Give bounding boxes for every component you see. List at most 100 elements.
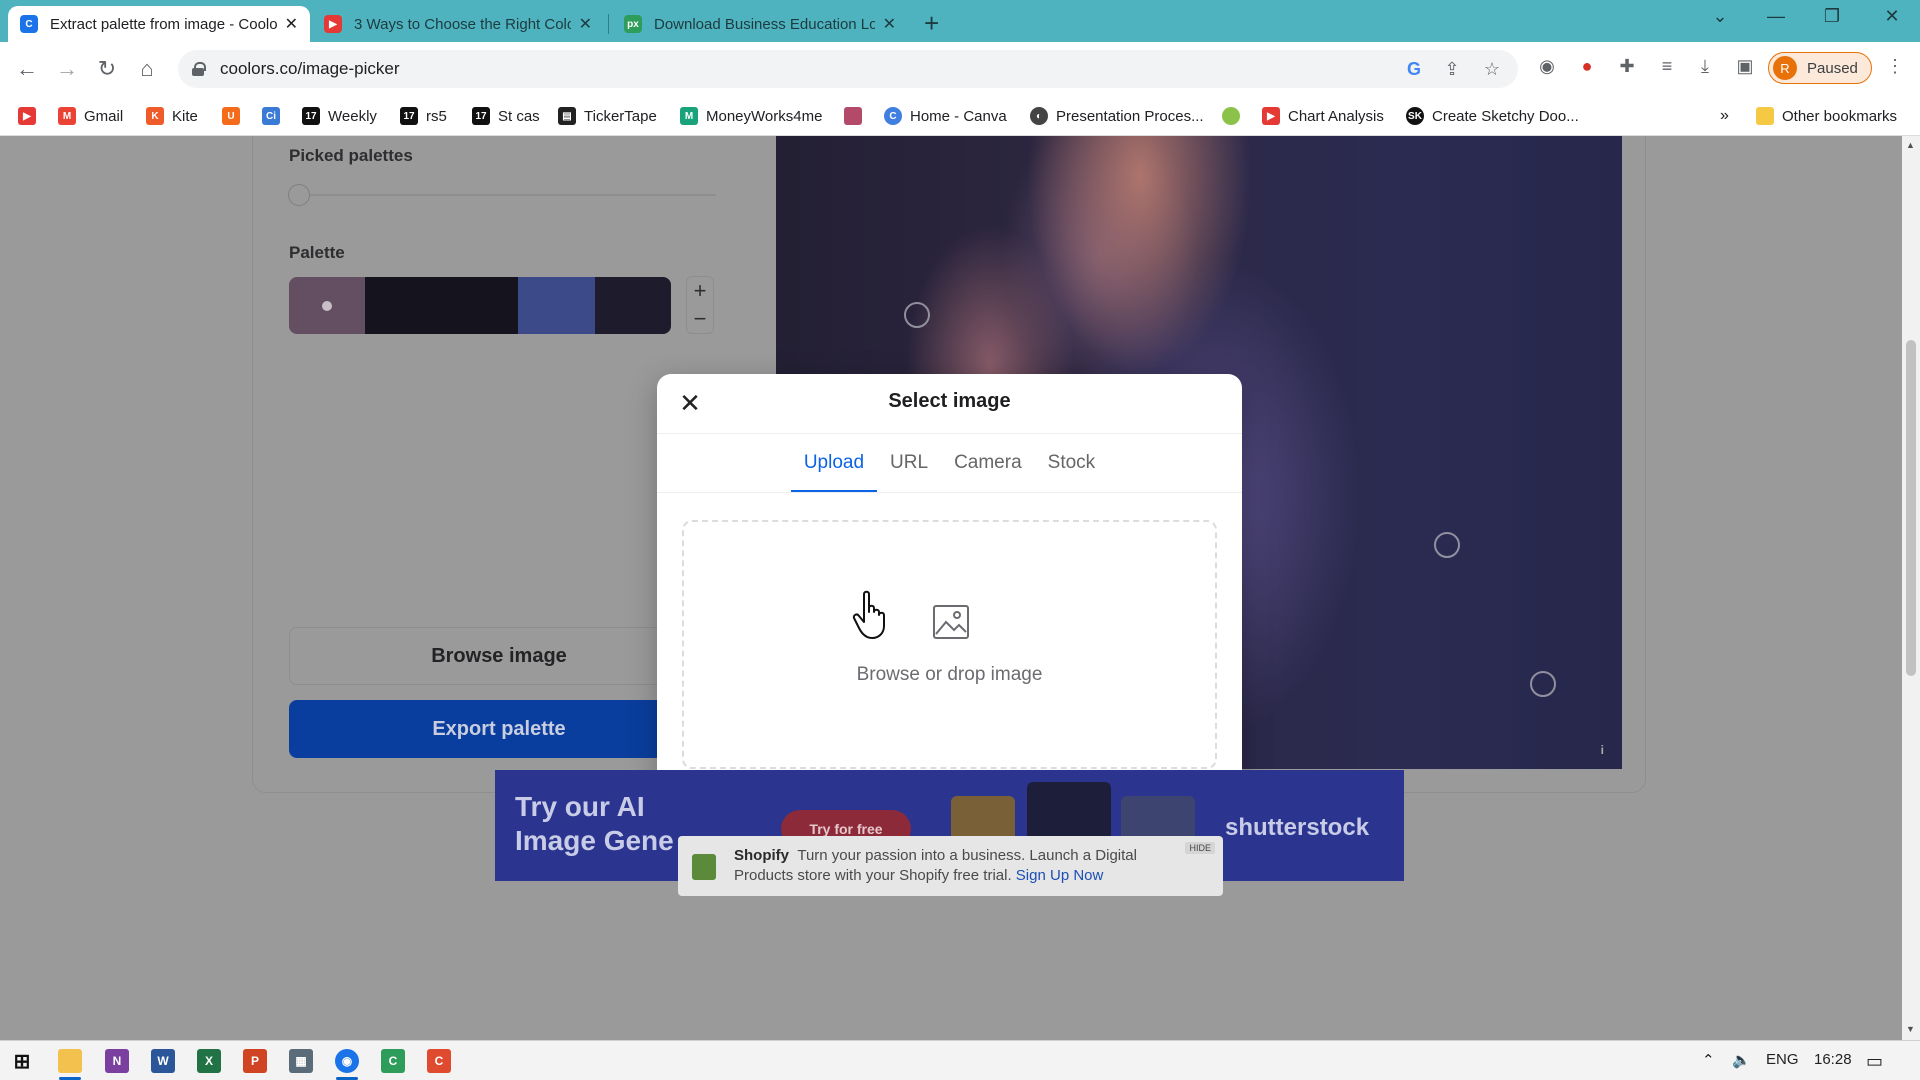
bookmark-kite[interactable]: K Kite [146, 105, 198, 127]
tab-url[interactable]: URL [877, 442, 941, 492]
bookmark-presentation[interactable]: ◐ Presentation Proces... [1030, 105, 1204, 127]
bookmark-label: Gmail [84, 107, 124, 125]
camera-extension-icon[interactable]: ◉ [1534, 56, 1560, 77]
restore-icon[interactable]: ❐ [1812, 6, 1852, 27]
palette-label: Palette [289, 243, 345, 262]
shopify-brand: Shopify [734, 847, 789, 864]
google-icon[interactable]: G [1402, 59, 1426, 80]
remove-color-button[interactable]: − [686, 306, 714, 332]
bookmark-image[interactable] [844, 105, 870, 127]
tab-stock[interactable]: Stock [1035, 442, 1109, 492]
tab-coolors[interactable]: C Extract palette from image - Coolors ✕ [8, 6, 310, 42]
hand-pointer-cursor-icon [852, 590, 885, 639]
clock[interactable]: 16:28 [1814, 1051, 1852, 1068]
tab-upload[interactable]: Upload [790, 442, 878, 492]
bookmark-label: Kite [172, 107, 198, 125]
notifications-icon[interactable]: ▭ [1866, 1051, 1883, 1072]
color-picker-marker[interactable] [1530, 671, 1556, 697]
adblock-extension-icon[interactable]: ● [1574, 56, 1600, 77]
side-panel-icon[interactable]: ▣ [1732, 56, 1758, 77]
back-icon[interactable]: ← [12, 54, 42, 84]
bookmark-extra-1[interactable]: U [222, 105, 248, 127]
page-scrollbar[interactable]: ▲ ▼ [1902, 136, 1920, 1040]
bookmark-st-cas[interactable]: 17 St cas [472, 105, 540, 127]
scroll-up-icon[interactable]: ▲ [1906, 140, 1915, 150]
photo-info-icon[interactable]: i [1601, 743, 1604, 757]
export-palette-button[interactable]: Export palette [289, 700, 709, 758]
bookmark-weekly[interactable]: 17 Weekly [302, 105, 377, 127]
onenote-icon[interactable]: N [105, 1049, 129, 1073]
share-icon[interactable]: ⇪ [1440, 59, 1464, 80]
canva-icon: C [884, 107, 902, 125]
shopify-ad[interactable]: Shopify Turn your passion into a busines… [678, 836, 1223, 896]
chrome-icon[interactable]: ◉ [335, 1049, 359, 1073]
reload-icon[interactable]: ↻ [92, 54, 122, 84]
profile-button[interactable]: R Paused [1768, 52, 1872, 84]
bookmark-rs5[interactable]: 17 rs5 [400, 105, 447, 127]
menu-kebab-icon[interactable]: ⋮ [1882, 56, 1908, 77]
image-dropzone[interactable]: Browse or drop image [682, 520, 1217, 769]
more-bookmarks-chevron-icon[interactable]: » [1720, 105, 1729, 127]
palette-swatch[interactable] [289, 277, 365, 334]
browser-tab-bar: C Extract palette from image - Coolors ✕… [0, 0, 1920, 42]
add-color-button[interactable]: + [686, 278, 714, 304]
bookmark-tickertape[interactable]: ▤ TickerTape [558, 105, 657, 127]
palette-swatch[interactable] [442, 277, 518, 334]
bookmark-label: Home - Canva [910, 107, 1007, 125]
bookmark-sketchy[interactable]: SK Create Sketchy Doo... [1406, 105, 1579, 127]
palette-swatch[interactable] [518, 277, 595, 334]
shopify-signup-link[interactable]: Sign Up Now [1016, 867, 1104, 884]
color-picker-marker[interactable] [1434, 532, 1460, 558]
scrollbar-thumb[interactable] [1906, 340, 1916, 676]
picked-palettes-slider-knob[interactable] [288, 184, 310, 206]
download-icon[interactable]: ⤓ [1692, 56, 1718, 77]
palette-swatch[interactable] [595, 277, 671, 334]
excel-icon[interactable]: X [197, 1049, 221, 1073]
other-bookmarks[interactable]: Other bookmarks [1756, 105, 1897, 127]
bookmark-canva[interactable]: C Home - Canva [884, 105, 1007, 127]
extensions-puzzle-icon[interactable]: ✚ [1614, 56, 1640, 77]
tab-search-chevron-icon[interactable]: ⌄ [1700, 6, 1740, 27]
bookmark-label: Other bookmarks [1782, 107, 1898, 125]
forward-icon[interactable]: → [52, 54, 82, 84]
bookmark-gmail[interactable]: M Gmail [58, 105, 123, 127]
youtube-icon: ▶ [18, 107, 36, 125]
close-tab-icon[interactable]: ✕ [285, 14, 298, 34]
color-picker-marker[interactable] [904, 302, 930, 328]
picked-palettes-slider-track[interactable] [300, 194, 716, 196]
tab-pixelbay[interactable]: px Download Business Education Lo ✕ [612, 6, 908, 42]
address-bar[interactable]: coolors.co/image-picker G ⇪ ☆ [178, 50, 1518, 88]
close-tab-icon[interactable]: ✕ [579, 14, 592, 34]
volume-icon[interactable]: 🔈 [1732, 1051, 1751, 1069]
kite-icon: K [146, 107, 164, 125]
windows-start-icon[interactable]: ⊞ [10, 1049, 34, 1073]
palette-swatch[interactable] [365, 277, 442, 334]
close-window-icon[interactable]: ✕ [1872, 6, 1912, 27]
tray-chevron-icon[interactable]: ⌃ [1702, 1051, 1715, 1069]
reading-list-icon[interactable]: ≡ [1654, 56, 1680, 77]
language-indicator[interactable]: ENG [1766, 1051, 1799, 1068]
bookmark-chart-analysis[interactable]: ▶ Chart Analysis [1262, 105, 1384, 127]
file-explorer-icon[interactable] [58, 1049, 82, 1073]
hide-ad-button[interactable]: HIDE [1185, 842, 1215, 854]
close-tab-icon[interactable]: ✕ [883, 14, 896, 34]
tab-camera[interactable]: Camera [941, 442, 1035, 492]
recorder-icon[interactable]: C [427, 1049, 451, 1073]
bookmark-star-icon[interactable]: ☆ [1480, 59, 1504, 80]
word-icon[interactable]: W [151, 1049, 175, 1073]
bookmark-moneyworks[interactable]: M MoneyWorks4me [680, 105, 822, 127]
camtasia-icon[interactable]: C [381, 1049, 405, 1073]
browse-image-button[interactable]: Browse image [289, 627, 709, 685]
bookmark-youtube[interactable]: ▶ [18, 105, 44, 127]
scroll-down-icon[interactable]: ▼ [1906, 1024, 1915, 1034]
calculator-icon[interactable]: ▦ [289, 1049, 313, 1073]
powerpoint-icon[interactable]: P [243, 1049, 267, 1073]
ad-title-line: Try our AI [515, 791, 645, 822]
bookmark-extra-3[interactable] [1222, 105, 1248, 127]
bookmark-extra-2[interactable]: Ci [262, 105, 288, 127]
new-tab-icon[interactable]: + [924, 8, 939, 39]
close-modal-icon[interactable]: ✕ [675, 388, 705, 418]
tab-youtube[interactable]: ▶ 3 Ways to Choose the Right Color ✕ [312, 6, 604, 42]
home-icon[interactable]: ⌂ [132, 54, 162, 84]
minimize-icon[interactable]: — [1756, 6, 1796, 27]
